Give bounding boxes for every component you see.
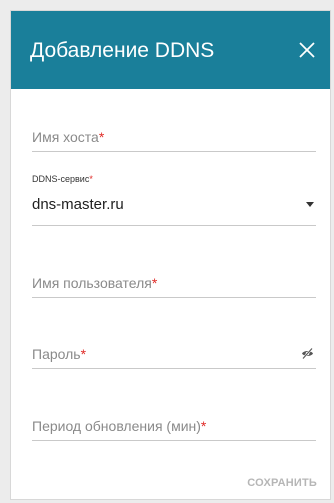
- username-field[interactable]: Имя пользователя*: [32, 271, 316, 298]
- hostname-placeholder: Имя хоста*: [32, 129, 105, 145]
- save-button[interactable]: СОХРАНИТЬ: [247, 476, 317, 490]
- hostname-field[interactable]: Имя хоста*: [32, 125, 316, 152]
- eye-slash-icon[interactable]: [301, 347, 314, 360]
- ddns-service-label: DDNS-сервис*: [32, 174, 93, 184]
- password-placeholder: Пароль*: [32, 346, 87, 362]
- update-period-field[interactable]: Период обновления (мин)*: [32, 414, 316, 441]
- update-period-placeholder: Период обновления (мин)*: [32, 418, 207, 434]
- chevron-down-icon[interactable]: [306, 202, 314, 207]
- add-ddns-dialog: Добавление DDNS Имя хоста* DDNS-сервис* …: [10, 10, 331, 500]
- dialog-header: Добавление DDNS: [11, 11, 330, 89]
- username-placeholder: Имя пользователя*: [32, 275, 158, 291]
- ddns-service-select[interactable]: DDNS-сервис* dns-master.ru: [32, 174, 316, 226]
- password-field[interactable]: Пароль*: [32, 342, 316, 369]
- dialog-title: Добавление DDNS: [30, 39, 215, 62]
- ddns-service-value: dns-master.ru: [32, 196, 124, 213]
- close-icon[interactable]: [296, 39, 318, 61]
